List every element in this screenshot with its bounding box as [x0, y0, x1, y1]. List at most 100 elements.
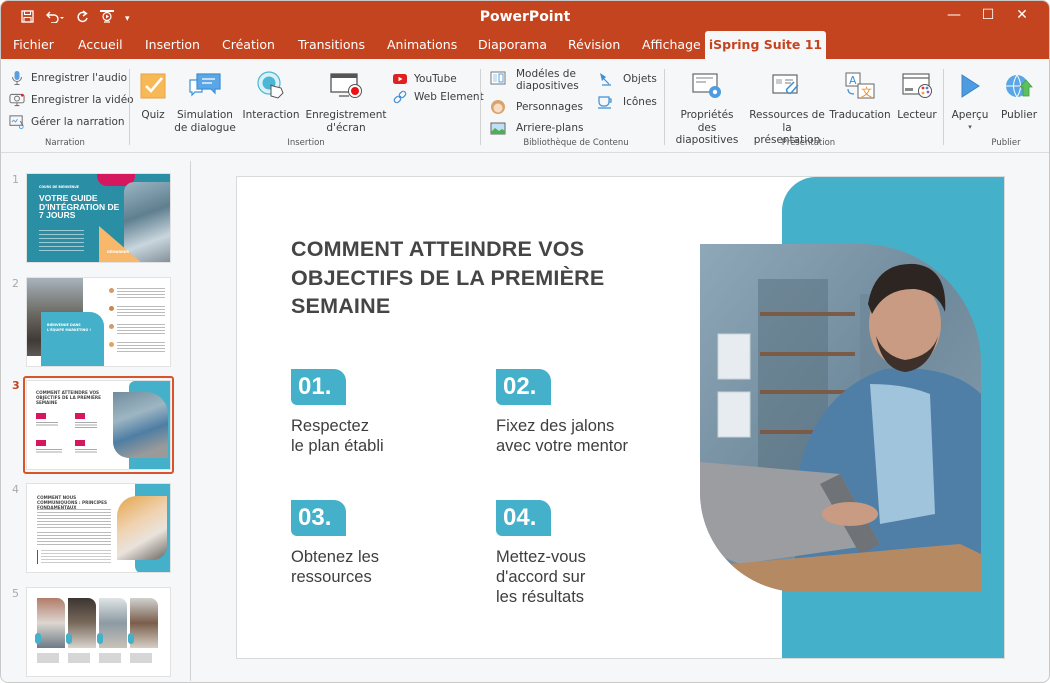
- screen-recording-button[interactable]: Enregistrement d'écran: [306, 71, 387, 134]
- attachment-icon: [770, 71, 804, 101]
- badge: [36, 413, 46, 419]
- workspace-photo: [37, 598, 65, 648]
- presentation-resources-button[interactable]: Ressources de la présentation: [749, 71, 825, 147]
- player-button[interactable]: Lecteur: [895, 71, 939, 122]
- gym-photo: [99, 598, 127, 648]
- tab-fichier[interactable]: Fichier: [13, 31, 54, 59]
- tab-affichage[interactable]: Affichage: [642, 31, 701, 59]
- step-3[interactable]: 03. Obtenez les ressources: [291, 500, 379, 587]
- slide-thumbnail-2[interactable]: BIENVENUE DANS L'ÉQUIPE MARKETING !: [26, 277, 171, 367]
- slide-settings-icon: [690, 71, 724, 101]
- app-title: PowerPoint: [479, 9, 571, 25]
- tab-ispring-suite[interactable]: iSpring Suite 11: [705, 31, 826, 59]
- slide-thumbnail-1[interactable]: COURS DE BIENVENUE VOTRE GUIDE D'INTÉGRA…: [26, 173, 171, 263]
- translate-icon: A文: [843, 71, 877, 101]
- youtube-button[interactable]: YouTube: [392, 70, 457, 88]
- manage-narration-button[interactable]: Gérer la narration: [9, 113, 125, 131]
- step-text: Obtenez les ressources: [291, 548, 380, 586]
- step-text: Mettez-vous d'accord sur les résultats: [496, 548, 586, 606]
- badge: [75, 413, 85, 419]
- badge: [75, 440, 85, 446]
- thumbnail-title: COMMENT NOUS COMMUNIQUONS : PRINCIPES FO…: [37, 495, 107, 510]
- chevron-down-icon: ▾: [968, 122, 972, 131]
- slide-thumbnail-4[interactable]: COMMENT NOUS COMMUNIQUONS : PRINCIPES FO…: [26, 483, 171, 573]
- svg-text:文: 文: [861, 85, 872, 99]
- record-video-button[interactable]: Enregistrer la vidéo: [9, 91, 134, 109]
- step-4[interactable]: 04. Mettez-vous d'accord sur les résulta…: [496, 500, 586, 607]
- close-button[interactable]: ✕: [1005, 3, 1039, 27]
- slide-thumbnail-5[interactable]: [26, 587, 171, 677]
- globe-upload-icon: [1002, 71, 1036, 101]
- record-audio-button[interactable]: Enregistrer l'audio: [9, 69, 127, 87]
- group-separator: [664, 69, 665, 145]
- slide-template-icon: [490, 70, 506, 86]
- step-badge: 02.: [496, 369, 551, 405]
- backgrounds-button[interactable]: Arriere-plans: [490, 119, 584, 137]
- speech-bubbles-icon: [188, 71, 222, 101]
- ribbon: Enregistrer l'audio Enregistrer la vidéo…: [1, 59, 1049, 153]
- objects-button[interactable]: Objets: [597, 70, 657, 88]
- title-bar: ▾ PowerPoint — ☐ ✕ Fichier Accueil Inser…: [1, 1, 1049, 59]
- thumbnail-title: VOTRE GUIDE D'INTÉGRATION DE 7 JOURS: [39, 193, 120, 220]
- man-typing-on-laptop-photo: [700, 244, 981, 592]
- web-element-button[interactable]: Web Element: [392, 88, 484, 106]
- decor-triangle: [99, 226, 143, 262]
- slide-templates-button[interactable]: Modéles de diapositives: [490, 68, 579, 96]
- step-text: Fixez des jalons avec votre mentor: [496, 417, 629, 455]
- character-face-icon: [490, 99, 506, 115]
- tab-accueil[interactable]: Accueil: [78, 31, 123, 59]
- step-text: Respectez le plan établi: [291, 417, 384, 455]
- slide-canvas[interactable]: COMMENT ATTEINDRE VOS OBJECTIFS DE LA PR…: [236, 176, 1005, 659]
- publish-button[interactable]: Publier: [999, 71, 1039, 122]
- tab-insertion[interactable]: Insertion: [145, 31, 200, 59]
- slide-title[interactable]: COMMENT ATTEINDRE VOS OBJECTIFS DE LA PR…: [291, 235, 671, 321]
- step-badge: 03.: [291, 500, 346, 536]
- group-separator: [943, 69, 944, 145]
- pane-separator[interactable]: [190, 161, 191, 681]
- body-text-placeholder: [39, 230, 84, 252]
- tab-animations[interactable]: Animations: [387, 31, 457, 59]
- slide-thumbnail-3[interactable]: COMMENT ATTEINDRE VOS OBJECTIFS DE LA PR…: [26, 380, 171, 470]
- characters-button[interactable]: Personnages: [490, 98, 583, 116]
- step-2[interactable]: 02. Fixez des jalons avec votre mentor: [496, 369, 628, 456]
- step-1[interactable]: 01. Respectez le plan établi: [291, 369, 384, 456]
- webcam-icon: [9, 92, 25, 108]
- tab-revision[interactable]: Révision: [568, 31, 620, 59]
- powerpoint-window: ▾ PowerPoint — ☐ ✕ Fichier Accueil Inser…: [0, 0, 1050, 683]
- slide-number: 5: [12, 587, 19, 600]
- touch-interaction-icon: [254, 71, 288, 101]
- teal-card: [41, 312, 104, 366]
- group-separator: [480, 69, 481, 145]
- tab-transitions[interactable]: Transitions: [298, 31, 365, 59]
- slide-properties-button[interactable]: Propriétés des diapositives: [671, 71, 743, 147]
- writing-hands-photo: [117, 496, 167, 560]
- step-badge: 04.: [496, 500, 551, 536]
- youtube-icon: [392, 71, 408, 87]
- team-list: [109, 288, 167, 358]
- interaction-button[interactable]: Interaction: [243, 71, 299, 122]
- lounge-photo: [130, 598, 158, 648]
- desk-lamp-icon: [597, 71, 613, 87]
- group-label-presentation: Présentation: [781, 138, 836, 148]
- play-preview-icon: [953, 71, 987, 101]
- preview-button[interactable]: Aperçu ▾: [951, 71, 989, 132]
- slide-number: 4: [12, 483, 19, 496]
- group-label-content-library: Bibliothèque de Contenu: [523, 138, 629, 148]
- dialogue-simulation-button[interactable]: Simulation de dialogue: [173, 71, 237, 134]
- man-typing-photo: [113, 392, 168, 458]
- tab-diaporama[interactable]: Diaporama: [478, 31, 547, 59]
- maximize-button[interactable]: ☐: [971, 3, 1005, 27]
- badge: [36, 440, 46, 446]
- link-icon: [392, 89, 408, 105]
- landscape-image-icon: [490, 120, 506, 136]
- slide-number: 2: [12, 277, 19, 290]
- tab-creation[interactable]: Création: [222, 31, 275, 59]
- slide-number: 3: [12, 379, 20, 392]
- minimize-button[interactable]: —: [937, 3, 971, 27]
- narration-timeline-icon: [9, 114, 25, 130]
- microphone-icon: [9, 70, 25, 86]
- quiz-button[interactable]: Quiz: [137, 71, 169, 122]
- group-separator: [129, 69, 130, 145]
- icons-button[interactable]: Icônes: [597, 93, 657, 111]
- translation-button[interactable]: A文 Traducation: [829, 71, 891, 122]
